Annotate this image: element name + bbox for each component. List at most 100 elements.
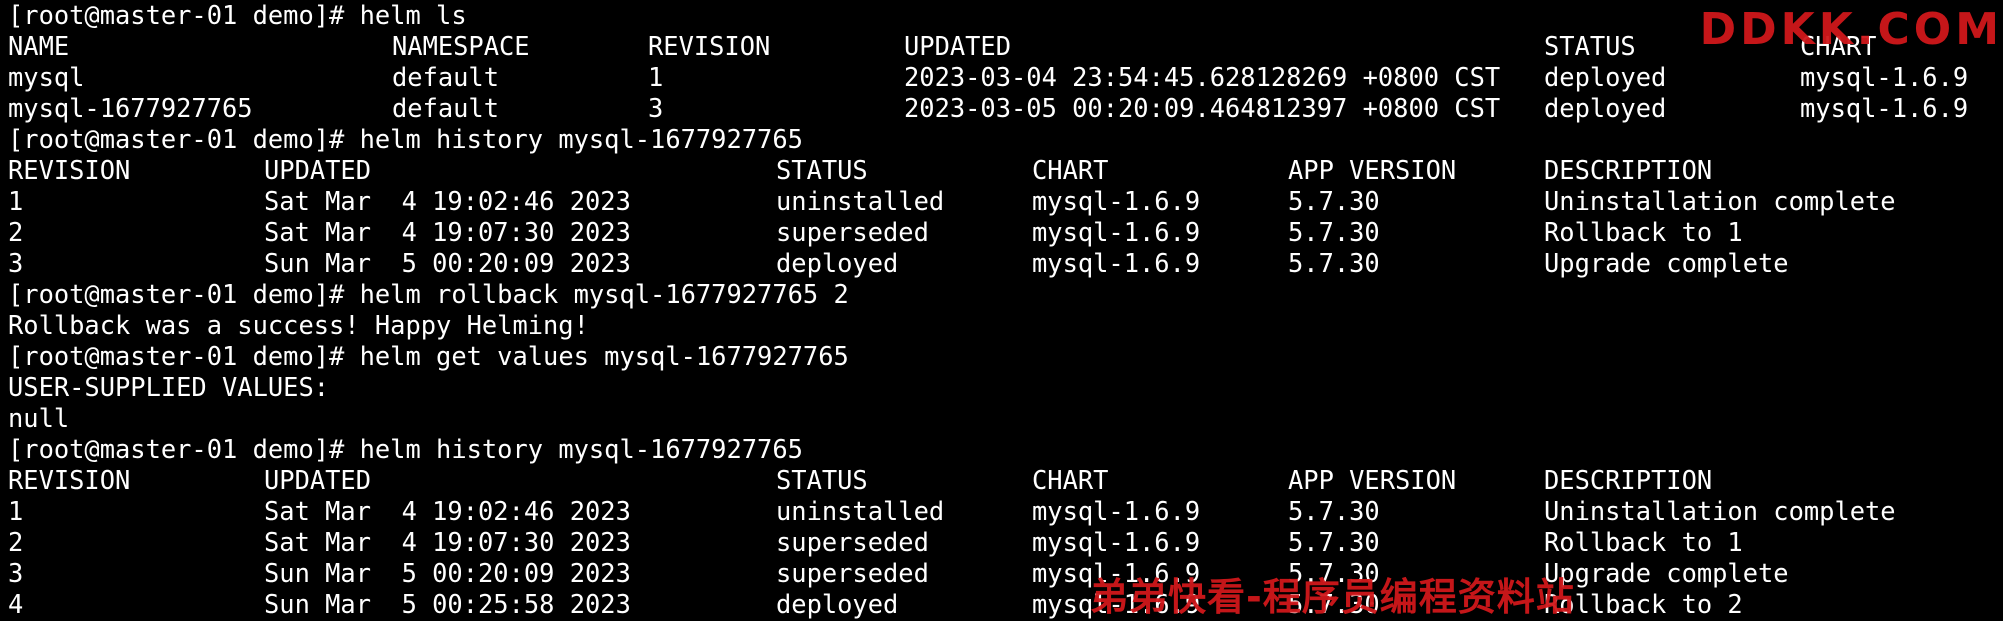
shell-prompt: [root@master-01 demo]# (8, 341, 345, 371)
table-cell: Uninstallation complete (1544, 496, 1896, 526)
shell-command: helm ls (344, 0, 467, 30)
table-cell: DESCRIPTION (1544, 465, 1713, 495)
prompt-line: [root@master-01 demo]# helm rollback mys… (8, 279, 2003, 310)
table-cell: 3 (8, 558, 24, 588)
table-cell: uninstalled (776, 496, 945, 526)
table-row: 3 Sun Mar 5 00:20:09 2023 superseded mysql-… (8, 558, 2003, 589)
prompt-line: [root@master-01 demo]# helm ls (8, 0, 2003, 31)
table-cell: APP VERSION (1288, 155, 1457, 185)
output-text: null (8, 403, 70, 433)
table-cell: mysql-1.6.9 (1032, 186, 1201, 216)
table-cell: Sat Mar 4 19:07:30 2023 (264, 527, 631, 557)
table-cell: 1 (648, 62, 664, 92)
table-cell: 2 (8, 527, 24, 557)
table-cell: mysql-1.6.9 (1032, 248, 1201, 278)
table-cell: Sun Mar 5 00:20:09 2023 (264, 248, 631, 278)
shell-prompt: [root@master-01 demo]# (8, 279, 345, 309)
table-cell: deployed (776, 589, 899, 619)
table-cell: default (392, 62, 500, 92)
table-row: 2 Sat Mar 4 19:07:30 2023 superseded mysql-… (8, 527, 2003, 558)
table-cell: Rollback to 1 (1544, 217, 1743, 247)
table-cell: DESCRIPTION (1544, 155, 1713, 185)
table-cell: mysql-1.6.9 (1032, 527, 1201, 557)
shell-command: helm get values mysql-1677927765 (344, 341, 849, 371)
table-cell: NAMESPACE (392, 31, 530, 61)
table-row: REVISION UPDATED STATUS CHART APP VERSION DES… (8, 155, 2003, 186)
table-row: REVISION UPDATED STATUS CHART APP VERSION DES… (8, 465, 2003, 496)
table-cell: mysql-1.6.9 (1032, 496, 1201, 526)
table-cell: Sun Mar 5 00:20:09 2023 (264, 558, 631, 588)
table-cell: STATUS (776, 465, 868, 495)
shell-command: helm history mysql-1677927765 (344, 434, 803, 464)
table-cell: REVISION (8, 465, 131, 495)
table-cell: CHART (1032, 465, 1109, 495)
table-row: 4 Sun Mar 5 00:25:58 2023 deployed mysql-1.… (8, 589, 2003, 620)
table-cell: superseded (776, 527, 929, 557)
table-cell: deployed (1544, 62, 1667, 92)
shell-prompt: [root@master-01 demo]# (8, 124, 345, 154)
table-cell: Rollback to 2 (1544, 589, 1743, 619)
table-cell: superseded (776, 217, 929, 247)
table-cell: UPDATED (264, 465, 372, 495)
table-row: NAME NAMESPACE REVISION UPDATED STATUS CHART (8, 31, 2003, 62)
table-row: 3 Sun Mar 5 00:20:09 2023 deployed mysql-1.… (8, 248, 2003, 279)
table-row: mysql default 1 2023-03-04 23:54:45.6281282… (8, 62, 2003, 93)
table-cell: 5.7.30 (1288, 496, 1380, 526)
table-cell: 2 (8, 217, 24, 247)
table-cell: APP VERSION (1288, 465, 1457, 495)
table-cell: Rollback to 1 (1544, 527, 1743, 557)
output-text: Rollback was a success! Happy Helming! (8, 310, 589, 340)
table-cell: STATUS (1544, 31, 1636, 61)
shell-command: helm rollback mysql-1677927765 2 (344, 279, 849, 309)
table-cell: REVISION (8, 155, 131, 185)
table-cell: UPDATED (904, 31, 1012, 61)
table-cell: 5.7.30 (1288, 248, 1380, 278)
table-row: 2 Sat Mar 4 19:07:30 2023 superseded mysql-… (8, 217, 2003, 248)
table-cell: Upgrade complete (1544, 558, 1789, 588)
table-cell: superseded (776, 558, 929, 588)
table-cell: STATUS (776, 155, 868, 185)
table-row: mysql-1677927765 default 3 2023-03-05 00:20… (8, 93, 2003, 124)
table-cell: 1 (8, 186, 24, 216)
table-cell: uninstalled (776, 186, 945, 216)
table-cell: Sat Mar 4 19:07:30 2023 (264, 217, 631, 247)
table-cell: deployed (1544, 93, 1667, 123)
table-cell: mysql-1.6.9 (1800, 93, 1969, 123)
prompt-line: [root@master-01 demo]# helm history mysq… (8, 124, 2003, 155)
table-cell: 5.7.30 (1288, 589, 1380, 619)
prompt-line: [root@master-01 demo]# helm history mysq… (8, 434, 2003, 465)
table-row: 1 Sat Mar 4 19:02:46 2023 uninstalled mysql… (8, 186, 2003, 217)
table-cell: 5.7.30 (1288, 527, 1380, 557)
table-cell: Sun Mar 5 00:25:58 2023 (264, 589, 631, 619)
table-row: 1 Sat Mar 4 19:02:46 2023 uninstalled mysql… (8, 496, 2003, 527)
table-cell: Sat Mar 4 19:02:46 2023 (264, 496, 631, 526)
table-cell: 3 (648, 93, 664, 123)
table-cell: default (392, 93, 500, 123)
table-cell: 2023-03-04 23:54:45.628128269 +0800 CST (904, 62, 1501, 92)
terminal-window[interactable]: [root@master-01 demo]# helm ls NAME NAMESP… (0, 0, 2003, 619)
table-cell: REVISION (648, 31, 771, 61)
shell-prompt: [root@master-01 demo]# (8, 0, 345, 30)
output-line: null (8, 403, 2003, 434)
table-cell: UPDATED (264, 155, 372, 185)
table-cell: 5.7.30 (1288, 558, 1380, 588)
table-cell: Uninstallation complete (1544, 186, 1896, 216)
table-cell: mysql-1.6.9 (1032, 589, 1201, 619)
table-cell: mysql-1.6.9 (1032, 558, 1201, 588)
output-line: Rollback was a success! Happy Helming! (8, 310, 2003, 341)
table-cell: CHART (1800, 31, 1877, 61)
table-cell: NAME (8, 31, 70, 61)
table-cell: 5.7.30 (1288, 217, 1380, 247)
table-cell: mysql-1.6.9 (1032, 217, 1201, 247)
table-cell: mysql (8, 62, 85, 92)
table-cell: CHART (1032, 155, 1109, 185)
output-line: USER-SUPPLIED VALUES: (8, 372, 2003, 403)
prompt-line: [root@master-01 demo]# helm get values m… (8, 341, 2003, 372)
table-cell: Sat Mar 4 19:02:46 2023 (264, 186, 631, 216)
shell-command: helm history mysql-1677927765 (344, 124, 803, 154)
table-cell: 4 (8, 589, 24, 619)
table-cell: mysql-1677927765 (8, 93, 253, 123)
shell-prompt: [root@master-01 demo]# (8, 434, 345, 464)
table-cell: deployed (776, 248, 899, 278)
table-cell: 1 (8, 496, 24, 526)
